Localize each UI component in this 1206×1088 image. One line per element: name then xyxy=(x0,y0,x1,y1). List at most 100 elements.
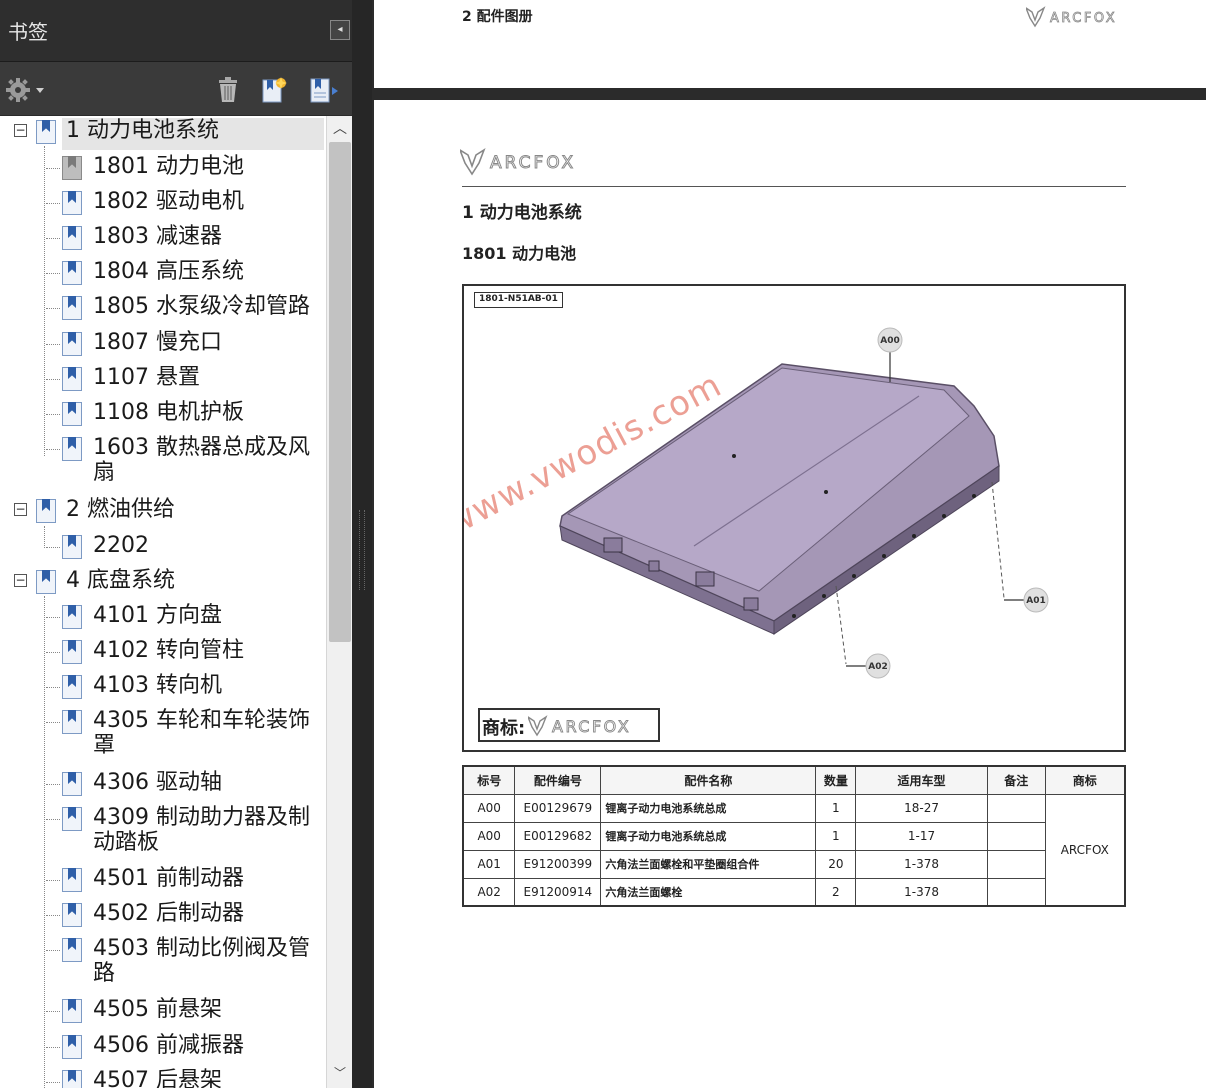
parts-table: 标号 配件编号 配件名称 数量 适用车型 备注 商标 A00 E00129679… xyxy=(462,765,1126,907)
bookmark-item[interactable]: 4505 前悬架 xyxy=(0,997,326,1031)
bookmark-icon xyxy=(62,296,82,320)
table-cell: 2 xyxy=(815,877,857,907)
table-cell: 18-27 xyxy=(855,793,988,823)
table-cell: 1 xyxy=(815,821,857,851)
svg-text:ARCFOX: ARCFOX xyxy=(1050,11,1117,26)
bookmark-item[interactable]: 4103 转向机 xyxy=(0,673,326,707)
bookmark-item[interactable]: 4305 车轮和车轮装饰罩 xyxy=(0,708,326,764)
bookmark-item[interactable]: 1807 慢充口 xyxy=(0,330,326,364)
bookmark-label: 4501 前制动器 xyxy=(93,866,244,891)
bookmark-label: 2202 xyxy=(93,533,149,558)
bookmark-item[interactable]: 4506 前减振器 xyxy=(0,1033,326,1067)
bookmark-item[interactable]: 4501 前制动器 xyxy=(0,866,326,900)
table-cell: 20 xyxy=(815,849,857,879)
bookmark-item[interactable]: 1805 水泵级冷却管路 xyxy=(0,294,326,328)
collapse-toggle[interactable]: − xyxy=(14,574,27,587)
bookmark-item[interactable]: 4503 制动比例阀及管路 xyxy=(0,936,326,992)
bookmark-icon xyxy=(62,938,82,962)
table-cell: 1-17 xyxy=(855,821,988,851)
bookmark-icon xyxy=(36,499,56,523)
bookmark-item[interactable]: 4309 制动助力器及制动踏板 xyxy=(0,805,326,861)
scroll-down-icon[interactable]: ﹀ xyxy=(329,1064,351,1084)
bookmark-item[interactable]: 1802 驱动电机 xyxy=(0,189,326,223)
bookmark-item[interactable]: 2202 xyxy=(0,533,326,567)
bookmark-item[interactable]: 1804 高压系统 xyxy=(0,259,326,293)
bookmark-label: 4306 驱动轴 xyxy=(93,770,222,795)
table-cell xyxy=(986,849,1046,879)
bookmark-item[interactable]: 4507 后悬架 xyxy=(0,1068,326,1088)
bookmark-icon xyxy=(62,1035,82,1059)
bookmark-item[interactable]: 4101 方向盘 xyxy=(0,603,326,637)
bookmark-icon xyxy=(62,402,82,426)
collapse-toggle[interactable]: − xyxy=(14,503,27,516)
bookmark-item[interactable]: − 1 动力电池系统 xyxy=(0,118,326,152)
table-cell: 六角法兰面螺栓和平垫圈组合件 xyxy=(600,849,817,879)
section-heading: 1 动力电池系统 xyxy=(462,203,582,223)
bookmark-label: 4102 转向管柱 xyxy=(93,638,244,663)
table-row: A00 E00129679 锂离子动力电池系统总成 1 18-27 ARCFOX xyxy=(462,793,1126,907)
bookmark-item[interactable]: 1801 动力电池 xyxy=(0,154,326,188)
bookmark-label: 1804 高压系统 xyxy=(93,259,244,284)
column-header: 商标 xyxy=(1044,765,1126,795)
expand-bookmark-icon[interactable] xyxy=(308,76,338,104)
bookmark-icon xyxy=(62,999,82,1023)
bookmark-icon xyxy=(36,120,56,144)
column-header: 适用车型 xyxy=(855,765,988,795)
bookmark-item[interactable]: 1108 电机护板 xyxy=(0,400,326,434)
bookmark-icon xyxy=(62,367,82,391)
header-rule xyxy=(462,186,1126,187)
bookmark-icon xyxy=(62,807,82,831)
bookmark-item[interactable]: 1107 悬置 xyxy=(0,365,326,399)
table-cell: 锂离子动力电池系统总成 xyxy=(600,793,817,823)
callout-a00: A00 xyxy=(880,336,900,346)
table-cell: 1-378 xyxy=(855,849,988,879)
bookmark-scrollbar[interactable]: ︿ ﹀ xyxy=(326,116,352,1088)
table-cell: E00129679 xyxy=(514,793,602,823)
bookmark-label: 1807 慢充口 xyxy=(93,330,222,355)
bookmark-label: 1801 动力电池 xyxy=(93,154,244,179)
bookmark-item[interactable]: 4502 后制动器 xyxy=(0,901,326,935)
table-cell xyxy=(986,821,1046,851)
table-cell xyxy=(986,793,1046,823)
gear-icon[interactable] xyxy=(6,76,44,104)
bookmark-item[interactable]: 4306 驱动轴 xyxy=(0,770,326,804)
arcfox-logo: ARCFOX xyxy=(526,715,658,741)
trash-icon[interactable] xyxy=(214,76,242,104)
bookmark-item[interactable]: − 2 燃油供给 xyxy=(0,497,326,531)
column-header: 配件名称 xyxy=(600,765,817,795)
bookmark-icon xyxy=(62,332,82,356)
table-cell: A00 xyxy=(462,821,516,851)
new-bookmark-icon[interactable] xyxy=(260,76,288,104)
bookmark-icon xyxy=(62,1070,82,1088)
scroll-up-icon[interactable]: ︿ xyxy=(329,118,351,138)
bookmark-icon xyxy=(62,868,82,892)
bookmark-item[interactable]: 1603 散热器总成及风扇 xyxy=(0,435,326,491)
bookmark-label: 4502 后制动器 xyxy=(93,901,244,926)
battery-illustration: A00 A01 A02 xyxy=(559,327,1049,679)
bookmark-label: 4305 车轮和车轮装饰罩 xyxy=(93,708,310,758)
bookmark-item[interactable]: 4102 转向管柱 xyxy=(0,638,326,672)
bookmark-icon xyxy=(62,605,82,629)
bookmark-icon xyxy=(62,640,82,664)
document-area: 2 配件图册 ARCFOX ARCFOX 1 动力电池系统 1801 动力电池 xyxy=(372,0,1206,1088)
splitter-grip[interactable] xyxy=(359,510,365,590)
collapse-panel-button[interactable]: ◂ xyxy=(330,20,350,40)
bookmarks-toolbar xyxy=(0,62,358,116)
bookmark-icon xyxy=(62,903,82,927)
bookmarks-panel-title: 书签 xyxy=(8,20,48,44)
bookmark-label: 1803 减速器 xyxy=(93,224,222,249)
table-row: A00 E00129682 锂离子动力电池系统总成 1 1-17 xyxy=(462,821,1125,851)
bookmark-icon xyxy=(62,156,82,180)
bookmark-label: 4309 制动助力器及制动踏板 xyxy=(93,805,310,855)
document-page: ARCFOX 1 动力电池系统 1801 动力电池 A00 A01 A02 ww… xyxy=(374,100,1206,1088)
table-cell: 锂离子动力电池系统总成 xyxy=(600,821,817,851)
bookmark-label: 4503 制动比例阀及管路 xyxy=(93,936,310,986)
bookmark-item[interactable]: 1803 减速器 xyxy=(0,224,326,258)
scroll-thumb[interactable] xyxy=(329,142,351,642)
bookmark-item[interactable]: − 4 底盘系统 xyxy=(0,568,326,602)
bookmark-icon xyxy=(36,570,56,594)
panel-splitter[interactable] xyxy=(352,0,372,1088)
bookmark-icon xyxy=(62,675,82,699)
table-cell: 1-378 xyxy=(855,877,988,907)
collapse-toggle[interactable]: − xyxy=(14,124,27,137)
